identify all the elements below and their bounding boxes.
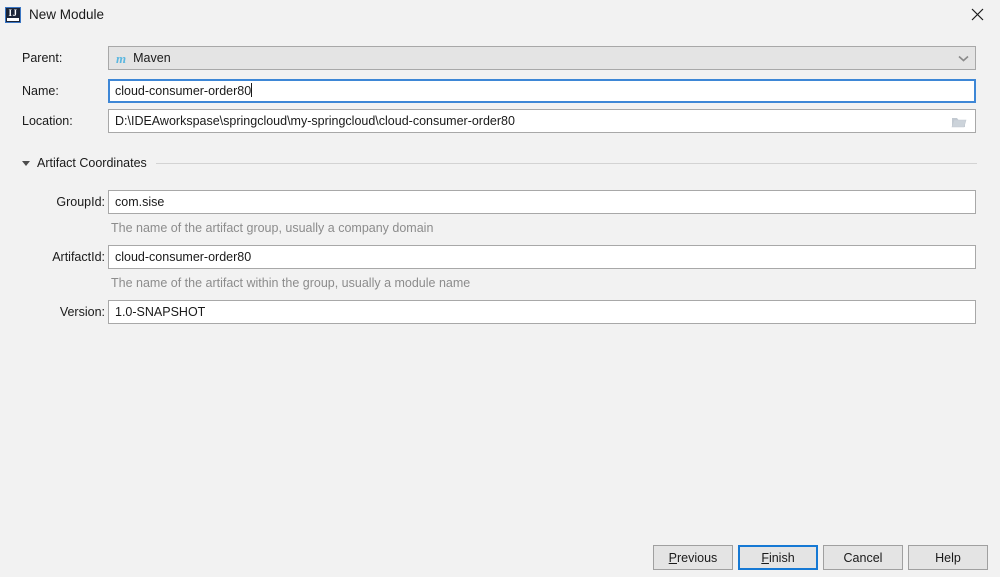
- artifact-coordinates-section-header[interactable]: Artifact Coordinates: [22, 155, 977, 171]
- previous-button[interactable]: Previous: [653, 545, 733, 570]
- finish-button[interactable]: Finish: [738, 545, 818, 570]
- dialog-titlebar: IJ New Module: [0, 0, 1000, 29]
- groupid-input-value: com.sise: [115, 195, 165, 209]
- close-icon[interactable]: [955, 0, 1000, 29]
- artifactid-hint: The name of the artifact within the grou…: [111, 276, 471, 290]
- location-input[interactable]: D:\IDEAworkspase\springcloud\my-springcl…: [108, 109, 976, 133]
- version-row: Version: 1.0-SNAPSHOT: [0, 300, 1000, 324]
- artifactid-row: ArtifactId: cloud-consumer-order80: [0, 245, 1000, 269]
- help-button[interactable]: Help: [908, 545, 988, 570]
- location-row: Location: D:\IDEAworkspase\springcloud\m…: [0, 109, 1000, 133]
- folder-icon[interactable]: [951, 114, 967, 128]
- triangle-down-icon[interactable]: [22, 160, 30, 166]
- window-title: New Module: [29, 7, 105, 22]
- name-input-value: cloud-consumer-order80: [115, 84, 252, 98]
- version-input-value: 1.0-SNAPSHOT: [115, 305, 206, 319]
- parent-label: Parent:: [22, 51, 63, 65]
- artifactid-input[interactable]: cloud-consumer-order80: [108, 245, 976, 269]
- previous-button-label: Previous: [668, 550, 718, 565]
- section-divider: [155, 162, 977, 164]
- name-label: Name:: [22, 84, 59, 98]
- parent-dropdown[interactable]: m Maven: [108, 46, 976, 70]
- maven-icon: m: [116, 50, 127, 66]
- groupid-label: GroupId:: [56, 195, 105, 209]
- text-caret: [251, 83, 253, 97]
- finish-button-label: Finish: [761, 550, 795, 565]
- location-label: Location:: [22, 114, 73, 128]
- cancel-button-label: Cancel: [843, 550, 883, 565]
- artifactid-label: ArtifactId:: [52, 250, 105, 264]
- groupid-row: GroupId: com.sise: [0, 190, 1000, 214]
- artifact-coordinates-title: Artifact Coordinates: [37, 156, 147, 170]
- name-row: Name: cloud-consumer-order80: [0, 79, 1000, 103]
- cancel-button[interactable]: Cancel: [823, 545, 903, 570]
- artifactid-input-value: cloud-consumer-order80: [115, 250, 252, 264]
- name-input[interactable]: cloud-consumer-order80: [108, 79, 976, 103]
- version-input[interactable]: 1.0-SNAPSHOT: [108, 300, 976, 324]
- parent-value: Maven: [133, 51, 171, 65]
- version-label: Version:: [59, 305, 105, 319]
- groupid-input[interactable]: com.sise: [108, 190, 976, 214]
- groupid-hint: The name of the artifact group, usually …: [111, 221, 434, 235]
- location-input-value: D:\IDEAworkspase\springcloud\my-springcl…: [115, 114, 515, 128]
- intellij-idea-icon: IJ: [5, 7, 21, 23]
- help-button-label: Help: [935, 550, 961, 565]
- parent-row: Parent: m Maven: [0, 46, 1000, 70]
- chevron-down-icon[interactable]: [951, 47, 975, 69]
